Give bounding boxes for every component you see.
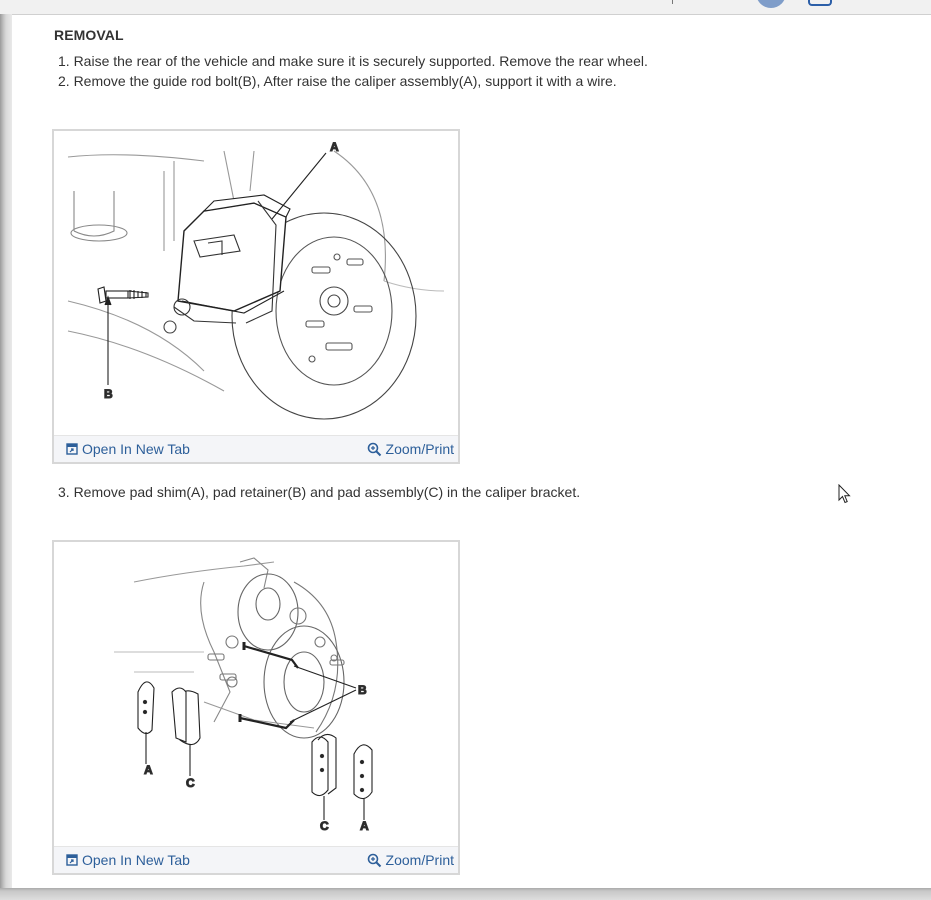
open-in-new-tab-label: Open In New Tab [82, 852, 190, 868]
toolbar-separator [672, 0, 673, 4]
zoom-print-label: Zoom/Print [385, 852, 454, 868]
figure-pad-removal: A C B C A Open In New Tab Zoom/Print [52, 540, 460, 875]
callout-b: B [104, 387, 113, 401]
open-in-new-tab-label: Open In New Tab [82, 441, 190, 457]
section-title: REMOVAL [54, 27, 124, 43]
open-in-new-tab-link[interactable]: Open In New Tab [66, 852, 190, 868]
figure-caption-bar: Open In New Tab Zoom/Print [54, 435, 458, 462]
manual-content: REMOVAL 1. Raise the rear of the vehicle… [12, 15, 931, 889]
browser-top-bar [0, 0, 931, 15]
caliper-removal-illustration: A B [67, 139, 445, 420]
figure-caliper-removal: A B Open In New Tab Zoom/Print [52, 129, 460, 464]
user-avatar[interactable] [756, 0, 786, 8]
window-bottom-edge [0, 888, 931, 900]
step-1: 1. Raise the rear of the vehicle and mak… [58, 53, 648, 69]
callout-b: B [358, 683, 367, 697]
step-2: 2. Remove the guide rod bolt(B), After r… [58, 73, 617, 89]
step-3: 3. Remove pad shim(A), pad retainer(B) a… [58, 484, 581, 500]
magnifier-zoom-icon [367, 442, 381, 456]
open-in-new-tab-icon [66, 443, 78, 455]
notification-icon[interactable] [808, 0, 832, 6]
open-in-new-tab-icon [66, 854, 78, 866]
callout-c-right: C [320, 819, 329, 833]
zoom-print-link[interactable]: Zoom/Print [367, 852, 454, 868]
magnifier-zoom-icon [367, 853, 381, 867]
callout-a-left: A [144, 763, 153, 777]
callout-a: A [330, 140, 339, 154]
callout-a-right: A [360, 819, 369, 833]
open-in-new-tab-link[interactable]: Open In New Tab [66, 441, 190, 457]
zoom-print-label: Zoom/Print [385, 441, 454, 457]
figure-caption-bar: Open In New Tab Zoom/Print [54, 846, 458, 873]
pad-removal-illustration: A C B C A [114, 557, 373, 834]
callout-c-left: C [186, 776, 195, 790]
mouse-pointer-icon [838, 484, 851, 504]
zoom-print-link[interactable]: Zoom/Print [367, 441, 454, 457]
window-left-edge [0, 14, 12, 889]
